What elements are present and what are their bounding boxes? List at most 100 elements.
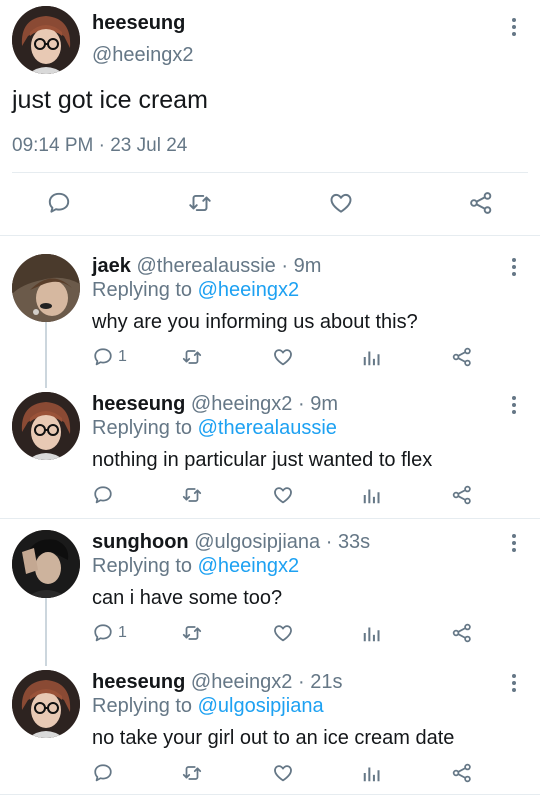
- reply-actions: 1: [0, 346, 540, 372]
- author-name[interactable]: sunghoon: [92, 531, 189, 553]
- replying-to-label: Replying to: [92, 417, 193, 439]
- analytics-icon: [363, 767, 380, 782]
- reply-time: 9m: [310, 393, 338, 415]
- replying-to: Replying to @heeingx2: [92, 279, 299, 302]
- reply-header: heeseung @heeingx2 · 9m: [92, 393, 338, 416]
- retweet-icon: [182, 766, 202, 780]
- share-button[interactable]: [451, 484, 473, 506]
- analytics-icon: [363, 627, 380, 642]
- reply-time: 33s: [337, 531, 371, 553]
- replying-to-label: Replying to: [92, 695, 193, 717]
- like-button[interactable]: [271, 346, 295, 368]
- retweet-icon: [182, 626, 202, 640]
- avatar[interactable]: [12, 6, 80, 74]
- share-button[interactable]: [451, 346, 473, 368]
- like-icon: [274, 625, 292, 642]
- retweet-button[interactable]: [180, 484, 204, 506]
- like-button[interactable]: [271, 762, 295, 784]
- more-options-icon[interactable]: [504, 671, 524, 695]
- reply-button[interactable]: [92, 762, 118, 784]
- comment-icon: [94, 348, 112, 366]
- like-button[interactable]: [271, 622, 295, 644]
- reply-actions: 1: [0, 622, 540, 648]
- reply-button[interactable]: [92, 484, 118, 506]
- share-icon: [452, 347, 471, 367]
- like-icon: [274, 487, 292, 504]
- share-icon: [452, 485, 471, 505]
- reply-button[interactable]: 1: [92, 346, 127, 368]
- analytics-button[interactable]: [361, 762, 383, 784]
- reply-tweet[interactable]: jaek @therealaussie · 9m Replying to @he…: [0, 254, 540, 380]
- meta-separator: ·: [297, 393, 305, 415]
- reply-tweet[interactable]: heeseung @heeingx2 · 21s Replying to @ul…: [0, 670, 540, 788]
- thread-separator: [0, 518, 540, 519]
- share-button[interactable]: [451, 622, 473, 644]
- share-button[interactable]: [467, 190, 495, 216]
- author-handle[interactable]: @heeingx2: [191, 671, 292, 693]
- author-name[interactable]: heeseung: [92, 393, 185, 415]
- comment-icon: [94, 624, 112, 642]
- share-button[interactable]: [451, 762, 473, 784]
- tweet-timestamp: 09:14 PM · 23 Jul 24: [12, 135, 187, 157]
- avatar[interactable]: [12, 670, 80, 738]
- reply-text: why are you informing us about this?: [92, 311, 418, 333]
- reply-header: heeseung @heeingx2 · 21s: [92, 671, 342, 694]
- author-handle[interactable]: @ulgosipjiana: [194, 531, 320, 553]
- like-icon: [330, 193, 352, 213]
- reply-count: 1: [118, 624, 127, 641]
- replying-to-mention[interactable]: @ulgosipjiana: [198, 695, 324, 717]
- replying-to-mention[interactable]: @heeingx2: [198, 279, 299, 301]
- analytics-button[interactable]: [361, 484, 383, 506]
- more-options-icon[interactable]: [504, 393, 524, 417]
- reply-actions: [0, 484, 540, 510]
- like-button[interactable]: [271, 484, 295, 506]
- author-name[interactable]: heeseung: [92, 671, 185, 693]
- analytics-icon: [363, 351, 380, 366]
- retweet-icon: [182, 350, 202, 364]
- share-icon: [452, 623, 471, 643]
- like-button[interactable]: [327, 190, 355, 216]
- more-options-icon[interactable]: [504, 255, 524, 279]
- avatar[interactable]: [12, 530, 80, 598]
- retweet-button[interactable]: [180, 762, 204, 784]
- analytics-button[interactable]: [361, 346, 383, 368]
- divider: [12, 172, 528, 173]
- comment-icon: [94, 764, 112, 782]
- reply-button[interactable]: [46, 190, 72, 216]
- analytics-button[interactable]: [361, 622, 383, 644]
- author-handle[interactable]: @heeingx2: [191, 393, 292, 415]
- replying-to-mention[interactable]: @therealaussie: [198, 417, 337, 439]
- reply-tweet[interactable]: sunghoon @ulgosipjiana · 33s Replying to…: [0, 530, 540, 656]
- analytics-icon: [363, 489, 380, 504]
- reply-text: nothing in particular just wanted to fle…: [92, 449, 433, 471]
- reply-time: 21s: [310, 671, 343, 693]
- retweet-icon: [182, 488, 202, 502]
- comment-icon: [94, 486, 112, 504]
- reply-tweet[interactable]: heeseung @heeingx2 · 9m Replying to @the…: [0, 392, 540, 510]
- share-icon: [452, 763, 471, 783]
- more-options-icon[interactable]: [504, 531, 524, 555]
- retweet-button[interactable]: [180, 622, 204, 644]
- meta-separator: ·: [281, 255, 289, 277]
- avatar[interactable]: [12, 392, 80, 460]
- meta-separator: ·: [325, 531, 333, 553]
- avatar[interactable]: [12, 254, 80, 322]
- author-name[interactable]: jaek: [92, 255, 131, 277]
- author-handle[interactable]: @heeingx2: [92, 44, 193, 67]
- reply-text: can i have some too?: [92, 587, 283, 609]
- retweet-button[interactable]: [180, 346, 204, 368]
- like-icon: [274, 349, 292, 366]
- retweet-icon: [189, 194, 211, 212]
- reply-button[interactable]: 1: [92, 622, 127, 644]
- reply-header: jaek @therealaussie · 9m: [92, 255, 321, 278]
- reply-time: 9m: [293, 255, 322, 277]
- more-options-icon[interactable]: [504, 15, 524, 39]
- replying-to-label: Replying to: [92, 555, 193, 577]
- reply-count: 1: [118, 348, 127, 365]
- retweet-button[interactable]: [186, 190, 214, 216]
- tweet-time: 09:14 PM: [12, 135, 94, 156]
- author-handle[interactable]: @therealaussie: [137, 255, 276, 277]
- author-name[interactable]: heeseung: [92, 12, 185, 35]
- replying-to-mention[interactable]: @heeingx2: [198, 555, 299, 577]
- reply-text: no take your girl out to an ice cream da…: [92, 727, 455, 749]
